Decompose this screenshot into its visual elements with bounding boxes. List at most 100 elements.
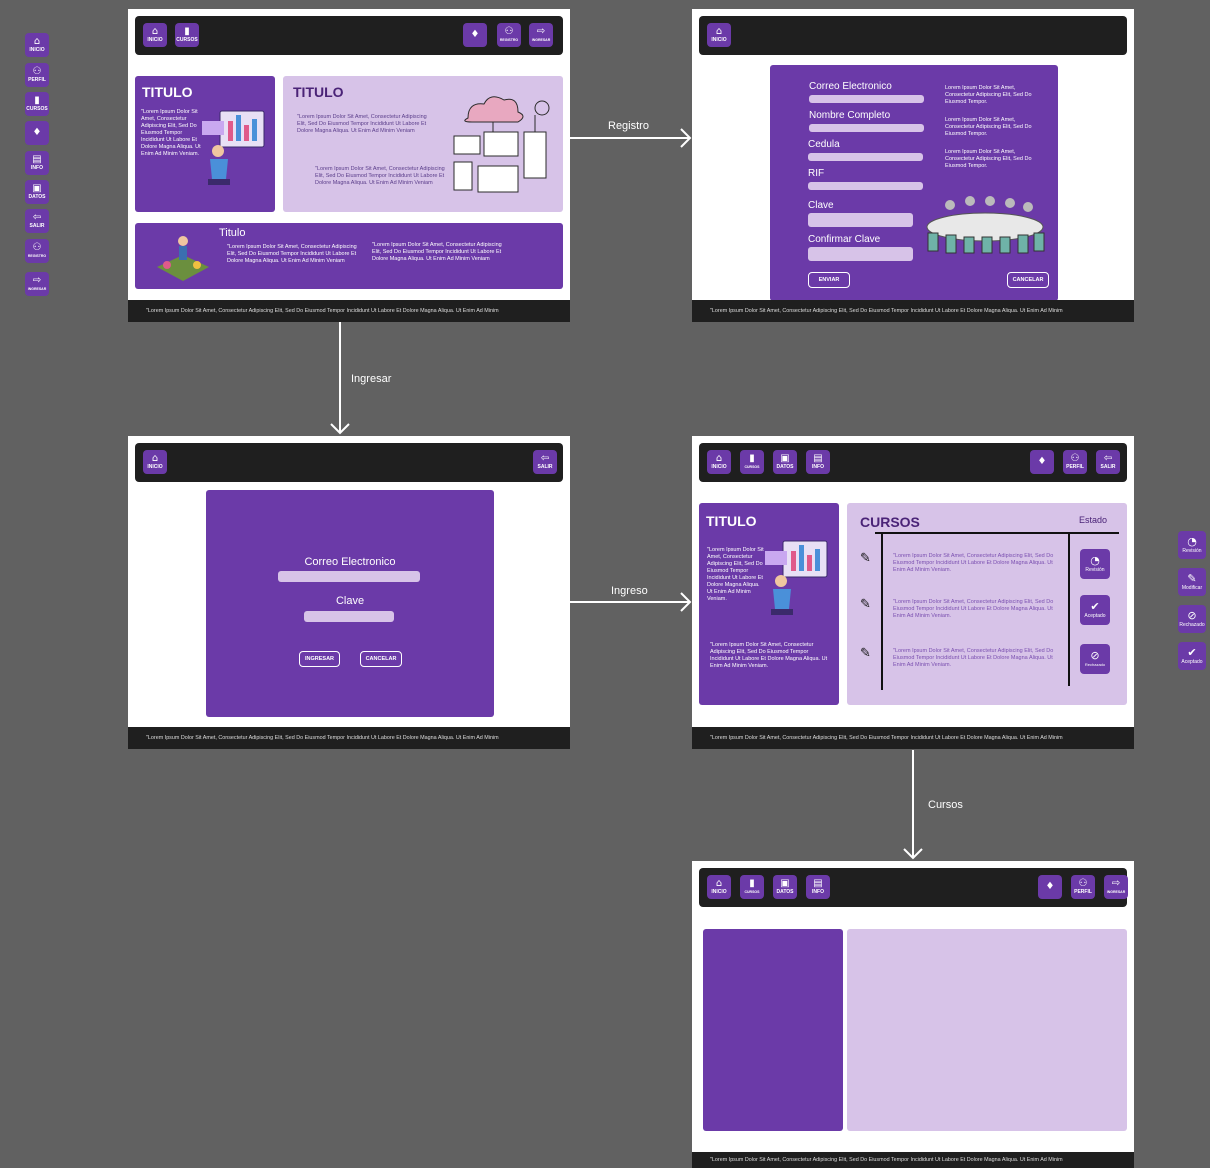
arrow-label-ingresar: Ingresar (351, 373, 392, 385)
nav-cursos-button[interactable]: ▮ CURSOS (740, 450, 764, 474)
name-field[interactable] (809, 124, 924, 132)
nav-cursos-button[interactable]: ▮ CURSOS (740, 875, 764, 899)
course-description: "Lorem Ipsum Dolor Sit Amet, Consectetur… (893, 648, 1054, 668)
nav-inicio-button[interactable]: ⌂ INICIO (707, 450, 731, 474)
registro-form: Correo Electronico Nombre Completo Cedul… (770, 65, 1058, 301)
home-icon: ⌂ (715, 26, 723, 37)
password-label: Clave (335, 595, 365, 607)
field-note: Lorem Ipsum Dolor Sit Amet, Consectetur … (945, 149, 1032, 169)
home-card-1: TITULO "Lorem Ipsum Dolor Sit Amet, Cons… (135, 76, 275, 212)
edit-icon[interactable]: ✎ (860, 646, 871, 661)
cloud-network-illustration (453, 96, 550, 193)
nav-notifications-button[interactable]: ♦ (1038, 875, 1062, 899)
nav-datos-button[interactable]: ▣ DATOS (773, 875, 797, 899)
nav-datos-button[interactable]: ▣ DATOS (773, 450, 797, 474)
status-badge[interactable]: ⊘ Rechazado (1080, 644, 1110, 674)
course-row: ✎ "Lorem Ipsum Dolor Sit Amet, Consectetu… (847, 595, 1127, 629)
navbar: ⌂ INICIO ▮ CURSOS ♦ ⚇ REGISTRO ⇨ INGRESAR (135, 16, 563, 55)
card-title: TITULO (142, 84, 193, 100)
courses-side-panel (703, 929, 843, 1131)
book-icon: ▮ (749, 878, 755, 889)
nav-inicio-button[interactable]: ⌂ INICIO (707, 23, 731, 47)
status-label: Revisión (1085, 567, 1105, 573)
arrow-label-ingreso: Ingreso (611, 585, 648, 597)
check-icon: ✔ (1090, 600, 1100, 613)
frame-cursos: ⌂ INICIO ▮ CURSOS ▣ DATOS ▤ INFO ♦ ⚇ PERFIL ⇨… (692, 861, 1134, 1168)
field-label-confirm-password: Confirmar Clave (808, 234, 881, 245)
email-label: Correo Electronico (304, 556, 396, 568)
password-field[interactable] (808, 213, 913, 227)
rif-field[interactable] (808, 182, 923, 190)
nav-cursos-button[interactable]: ▮ CURSOS (175, 23, 199, 47)
card-title: TITULO (706, 513, 757, 529)
nav-salir-button[interactable]: ⇦ SALIR (533, 450, 557, 474)
folder-icon: ▣ (780, 453, 790, 464)
card-text: "Lorem Ipsum Dolor Sit Amet, Consectetur… (315, 166, 445, 186)
courses-main-panel (847, 929, 1127, 1131)
home-icon: ⌂ (715, 453, 723, 464)
frame-ingresar: ⌂ INICIO ⇦ SALIR Correo Electronico Clave … (128, 436, 570, 749)
field-note: Lorem Ipsum Dolor Sit Amet, Consectetur … (945, 117, 1032, 137)
navbar: ⌂ INICIO (699, 16, 1127, 55)
footer: "Lorem Ipsum Dolor Sit Amet, Consectetur… (128, 727, 570, 749)
edit-icon[interactable]: ✎ (860, 597, 871, 612)
bell-icon: ♦ (1037, 456, 1047, 467)
courses-panel: CURSOS Estado ✎ "Lorem Ipsum Dolor Sit Am… (847, 503, 1127, 705)
arrow-label-cursos: Cursos (928, 799, 963, 811)
confirm-password-field[interactable] (808, 247, 913, 261)
frame-home: ⌂ INICIO ▮ CURSOS ♦ ⚇ REGISTRO ⇨ INGRESAR TI… (128, 9, 570, 322)
email-field[interactable] (809, 95, 924, 103)
nav-inicio-button[interactable]: ⌂ INICIO (143, 23, 167, 47)
dashboard-info-card: TITULO "Lorem Ipsum Dolor Sit Amet, Cons… (699, 503, 839, 705)
nav-ingresar-button[interactable]: ⇨ INGRESAR (529, 23, 553, 47)
book-icon: ▮ (749, 453, 755, 464)
nav-salir-button[interactable]: ⇦ SALIR (1096, 450, 1120, 474)
edit-icon[interactable]: ✎ (860, 551, 871, 566)
status-badge[interactable]: ◔ Revisión (1080, 549, 1110, 579)
home-card-3: Titulo "Lorem Ipsum Dolor Sit Amet, Cons… (135, 223, 563, 289)
field-label-email: Correo Electronico (809, 81, 892, 92)
card-text: "Lorem Ipsum Dolor Sit Amet, Consectetur… (372, 242, 502, 262)
nav-inicio-button[interactable]: ⌂ INICIO (143, 450, 167, 474)
bell-icon: ♦ (470, 29, 480, 40)
nav-perfil-button[interactable]: ⚇ PERFIL (1071, 875, 1095, 899)
cedula-field[interactable] (808, 153, 923, 161)
course-row: ✎ "Lorem Ipsum Dolor Sit Amet, Consectetu… (847, 644, 1127, 678)
nav-registro-button[interactable]: ⚇ REGISTRO (497, 23, 521, 47)
home-icon: ⌂ (151, 26, 159, 37)
card-text: "Lorem Ipsum Dolor Sit Amet, Consectetur… (707, 547, 764, 602)
table-divider (875, 532, 1119, 534)
user-icon: ⚇ (1070, 453, 1080, 464)
cancelar-button[interactable]: CANCELAR (1007, 272, 1049, 288)
card-text: "Lorem Ipsum Dolor Sit Amet, Consectetur… (227, 244, 357, 264)
nav-inicio-button[interactable]: ⌂ INICIO (707, 875, 731, 899)
nav-perfil-button[interactable]: ⚇ PERFIL (1063, 450, 1087, 474)
nav-info-button[interactable]: ▤ INFO (806, 450, 830, 474)
course-description: "Lorem Ipsum Dolor Sit Amet, Consectetur… (893, 599, 1054, 619)
field-note: Lorem Ipsum Dolor Sit Amet, Consectetur … (945, 85, 1032, 105)
frame-dashboard: ⌂ INICIO ▮ CURSOS ▣ DATOS ▤ INFO ♦ ⚇ PERFIL ⇦… (692, 436, 1134, 749)
status-label: Aceptado (1084, 613, 1106, 619)
login-form: Correo Electronico Clave INGRESAR CANCEL… (206, 490, 494, 717)
footer: "Lorem Ipsum Dolor Sit Amet, Consectetur… (692, 1152, 1134, 1168)
email-field[interactable] (278, 571, 420, 582)
nav-info-button[interactable]: ▤ INFO (806, 875, 830, 899)
enviar-button[interactable]: ENVIAR (808, 272, 850, 288)
frame-registro: ⌂ INICIO Correo Electronico Nombre Comple… (692, 9, 1134, 322)
ban-icon: ⊘ (1090, 649, 1100, 662)
course-description: "Lorem Ipsum Dolor Sit Amet, Consectetur… (893, 553, 1054, 573)
cancelar-button[interactable]: CANCELAR (360, 651, 402, 667)
field-label-name: Nombre Completo (809, 110, 891, 121)
nav-notifications-button[interactable]: ♦ (1030, 450, 1054, 474)
nav-ingresar-button[interactable]: ⇨ INGRESAR (1104, 875, 1128, 899)
ingresar-button[interactable]: INGRESAR (299, 651, 340, 667)
document-icon: ▤ (813, 878, 823, 889)
status-badge[interactable]: ✔ Aceptado (1080, 595, 1110, 625)
user-icon: ⚇ (504, 26, 514, 37)
nav-notifications-button[interactable]: ♦ (463, 23, 487, 47)
home-card-2: TITULO "Lorem Ipsum Dolor Sit Amet, Cons… (283, 76, 563, 212)
navbar: ⌂ INICIO ⇦ SALIR (135, 443, 563, 482)
field-label-cedula: Cedula (808, 139, 840, 150)
footer: "Lorem Ipsum Dolor Sit Amet, Consectetur… (692, 727, 1134, 749)
password-field[interactable] (304, 611, 394, 622)
